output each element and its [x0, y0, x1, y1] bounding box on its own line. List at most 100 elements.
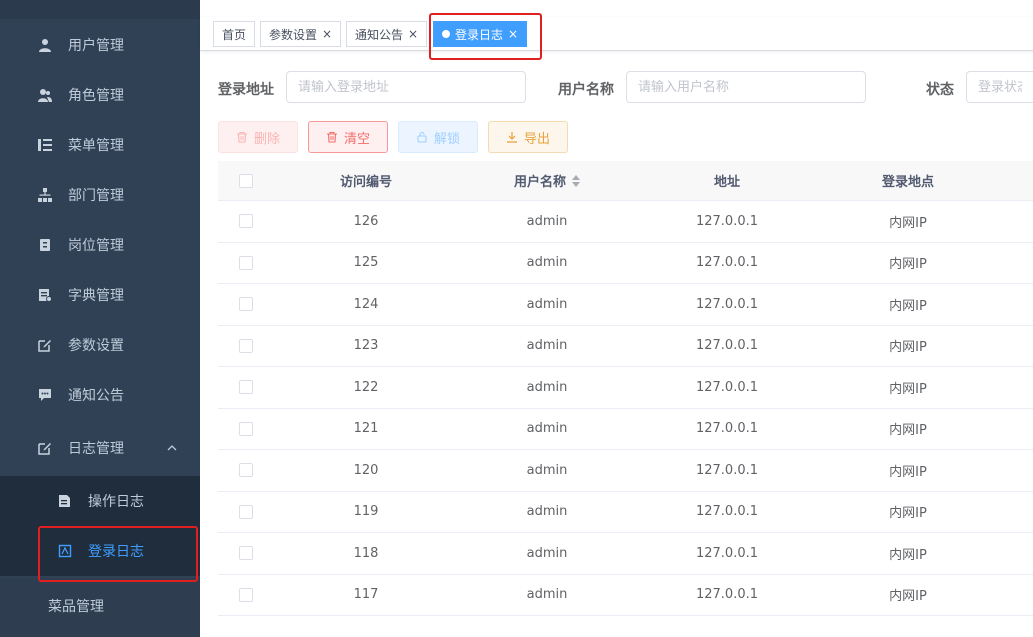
- download-icon: [506, 131, 518, 143]
- table-row[interactable]: 119 admin 127.0.0.1 内网IP: [218, 492, 1033, 533]
- status-select[interactable]: [966, 71, 1033, 103]
- row-checkbox[interactable]: [239, 338, 253, 353]
- sidebar-item-label: 参数设置: [68, 338, 124, 354]
- chevron-up-icon: [166, 442, 178, 454]
- tag-params[interactable]: 参数设置 ×: [260, 21, 342, 47]
- user-name-cell: admin: [526, 545, 568, 561]
- tags-view: 首页 参数设置 × 通知公告 × 登录日志 ×: [200, 17, 1033, 51]
- post-icon: [38, 238, 52, 252]
- sidebar-item-log[interactable]: 日志管理: [0, 423, 200, 473]
- login-addr-label: 登录地址: [218, 82, 274, 98]
- sidebar-item-dept[interactable]: 部门管理: [0, 170, 200, 220]
- table-row[interactable]: 118 admin 127.0.0.1 内网IP: [218, 533, 1033, 575]
- row-checkbox[interactable]: [239, 380, 253, 395]
- clear-button[interactable]: 清空: [308, 121, 388, 153]
- ip-addr-cell: 127.0.0.1: [695, 338, 759, 354]
- sidebar-item-dish[interactable]: 菜品管理: [0, 578, 200, 637]
- access-id-cell: 120: [353, 462, 379, 478]
- user-name-cell: admin: [526, 462, 568, 478]
- delete-button[interactable]: 删除: [218, 121, 298, 153]
- login-location-cell: 内网IP: [889, 464, 927, 480]
- tag-home[interactable]: 首页: [213, 21, 256, 47]
- sidebar-subitem-operlog[interactable]: 操作日志: [0, 476, 200, 526]
- row-checkbox[interactable]: [239, 297, 253, 312]
- sidebar-item-params[interactable]: 参数设置: [0, 320, 200, 370]
- delete-icon: [326, 131, 338, 143]
- sidebar-item-label: 操作日志: [88, 494, 144, 510]
- export-button[interactable]: 导出: [488, 121, 568, 153]
- unlock-icon: [416, 131, 428, 143]
- ip-addr-cell: 127.0.0.1: [695, 296, 759, 312]
- table-row[interactable]: 121 admin 127.0.0.1 内网IP: [218, 409, 1033, 450]
- org-tree-icon: [38, 188, 52, 202]
- user-name-cell: admin: [526, 255, 568, 271]
- highlight-box-tag: [429, 13, 542, 60]
- sidebar-item-menu[interactable]: 菜单管理: [0, 120, 200, 170]
- row-checkbox[interactable]: [239, 421, 253, 436]
- table-row[interactable]: 120 admin 127.0.0.1 内网IP: [218, 450, 1033, 492]
- sidebar-item-post[interactable]: 岗位管理: [0, 220, 200, 270]
- user-name-label: 用户名称: [558, 82, 614, 98]
- sidebar-item-dict[interactable]: 字典管理: [0, 270, 200, 320]
- dict-icon: [38, 288, 52, 302]
- access-id-cell: 119: [353, 504, 379, 520]
- login-location-cell: 内网IP: [889, 257, 927, 273]
- row-checkbox[interactable]: [239, 463, 253, 478]
- table-row[interactable]: 122 admin 127.0.0.1 内网IP: [218, 367, 1033, 409]
- main-content: 首页 参数设置 × 通知公告 × 登录日志 × 登录地址 用户名称 状态 删除 …: [200, 0, 1033, 637]
- row-checkbox[interactable]: [239, 546, 253, 561]
- table-row[interactable]: 125 admin 127.0.0.1 内网IP: [218, 243, 1033, 284]
- login-location-cell: 内网IP: [889, 423, 927, 439]
- ip-addr-cell: 127.0.0.1: [695, 462, 759, 478]
- user-name-cell: admin: [526, 338, 568, 354]
- table-row[interactable]: 124 admin 127.0.0.1 内网IP: [218, 284, 1033, 326]
- sidebar-item-notice[interactable]: 通知公告: [0, 370, 200, 420]
- sidebar-top: [0, 0, 200, 19]
- access-id-cell: 123: [353, 338, 379, 354]
- row-checkbox[interactable]: [239, 504, 253, 519]
- row-checkbox[interactable]: [239, 214, 253, 229]
- sort-icon[interactable]: [572, 174, 580, 187]
- tag-label: 通知公告: [355, 27, 404, 42]
- login-log-table: 访问编号 用户名称 地址 登录地点 126 admin 127.0.0.1 内网…: [218, 161, 1033, 616]
- sidebar-item-user[interactable]: 用户管理: [0, 20, 200, 70]
- sidebar-item-role[interactable]: 角色管理: [0, 70, 200, 120]
- sortable-column-header[interactable]: 用户名称: [458, 161, 636, 200]
- user-name-cell: admin: [526, 504, 568, 520]
- sidebar-item-label: 岗位管理: [68, 238, 124, 254]
- table-row[interactable]: 117 admin 127.0.0.1 内网IP: [218, 575, 1033, 616]
- access-id-cell: 124: [353, 296, 379, 312]
- sidebar-item-label: 通知公告: [68, 388, 124, 404]
- form-icon: [58, 494, 72, 508]
- login-location-cell: 内网IP: [889, 547, 927, 563]
- close-icon[interactable]: ×: [408, 27, 418, 41]
- select-all-checkbox[interactable]: [239, 173, 253, 188]
- close-icon[interactable]: ×: [322, 27, 332, 41]
- access-id-cell: 122: [353, 379, 379, 395]
- table-body: 126 admin 127.0.0.1 内网IP 125 admin 127.0…: [218, 201, 1033, 616]
- user-icon: [38, 38, 52, 52]
- menu-tree-icon: [38, 138, 52, 152]
- sidebar-item-label: 角色管理: [68, 88, 124, 104]
- table-row[interactable]: 123 admin 127.0.0.1 内网IP: [218, 326, 1033, 367]
- sidebar-item-label: 日志管理: [68, 441, 124, 457]
- tag-notice[interactable]: 通知公告 ×: [346, 21, 428, 47]
- user-name-input[interactable]: [626, 71, 866, 103]
- access-id-cell: 125: [353, 255, 379, 271]
- row-checkbox[interactable]: [239, 587, 253, 602]
- table-row[interactable]: 126 admin 127.0.0.1 内网IP: [218, 201, 1033, 243]
- button-label: 解锁: [433, 131, 460, 147]
- delete-icon: [236, 131, 248, 143]
- unlock-button[interactable]: 解锁: [398, 121, 478, 153]
- ip-addr-cell: 127.0.0.1: [695, 379, 759, 395]
- button-label: 清空: [343, 131, 370, 147]
- ip-addr-cell: 127.0.0.1: [695, 504, 759, 520]
- button-label: 导出: [523, 131, 550, 147]
- user-name-cell: admin: [526, 421, 568, 437]
- login-addr-input[interactable]: [286, 71, 526, 103]
- sidebar-item-label: 部门管理: [68, 188, 124, 204]
- ip-addr-cell: 127.0.0.1: [695, 255, 759, 271]
- row-checkbox[interactable]: [239, 255, 253, 270]
- sidebar-item-label: 字典管理: [68, 288, 124, 304]
- login-location-cell: 内网IP: [889, 298, 927, 314]
